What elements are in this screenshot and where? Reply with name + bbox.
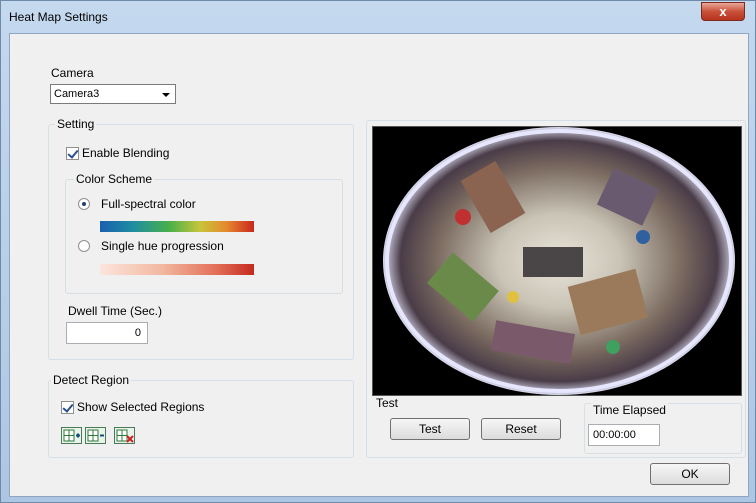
clear-region-icon[interactable] bbox=[114, 427, 135, 444]
heat-map-settings-window: Heat Map Settings x Camera Camera3 Setti… bbox=[0, 0, 756, 503]
reset-button[interactable]: Reset bbox=[481, 418, 561, 440]
dwell-time-value: 0 bbox=[134, 327, 141, 339]
full-spectral-gradient bbox=[100, 221, 254, 232]
camera-label: Camera bbox=[51, 66, 94, 80]
color-scheme-group-label: Color Scheme bbox=[74, 172, 155, 186]
camera-preview bbox=[372, 126, 742, 396]
dialog-body: Camera Camera3 Setting Enable Blending C… bbox=[9, 33, 749, 497]
test-group-label: Test bbox=[376, 396, 399, 410]
title-bar[interactable]: Heat Map Settings x bbox=[1, 1, 755, 33]
ok-button[interactable]: OK bbox=[650, 463, 730, 485]
camera-select[interactable]: Camera3 bbox=[50, 84, 176, 104]
time-elapsed-value: 00:00:00 bbox=[593, 429, 636, 441]
dwell-time-input[interactable]: 0 bbox=[66, 322, 148, 344]
test-button[interactable]: Test bbox=[390, 418, 470, 440]
single-hue-radio[interactable] bbox=[78, 240, 90, 252]
remove-region-icon[interactable] bbox=[85, 427, 106, 444]
enable-blending-label[interactable]: Enable Blending bbox=[82, 146, 169, 160]
chevron-down-icon bbox=[162, 93, 170, 97]
window-title: Heat Map Settings bbox=[9, 10, 108, 24]
show-regions-checkbox[interactable] bbox=[61, 401, 74, 414]
show-regions-label[interactable]: Show Selected Regions bbox=[77, 400, 204, 414]
single-hue-label[interactable]: Single hue progression bbox=[101, 239, 224, 253]
enable-blending-checkbox[interactable] bbox=[66, 147, 79, 160]
detect-region-group: Detect Region bbox=[48, 373, 354, 458]
setting-group-label: Setting bbox=[55, 117, 97, 131]
time-elapsed-label: Time Elapsed bbox=[591, 403, 668, 417]
time-elapsed-field: 00:00:00 bbox=[588, 424, 660, 446]
dwell-time-label: Dwell Time (Sec.) bbox=[68, 304, 163, 318]
camera-select-value: Camera3 bbox=[54, 88, 100, 100]
single-hue-gradient bbox=[100, 264, 254, 275]
close-button[interactable]: x bbox=[701, 2, 745, 21]
add-region-icon[interactable] bbox=[61, 427, 82, 444]
full-spectral-label[interactable]: Full-spectral color bbox=[101, 197, 196, 211]
detect-region-group-label: Detect Region bbox=[51, 373, 132, 387]
full-spectral-radio[interactable] bbox=[78, 198, 90, 210]
